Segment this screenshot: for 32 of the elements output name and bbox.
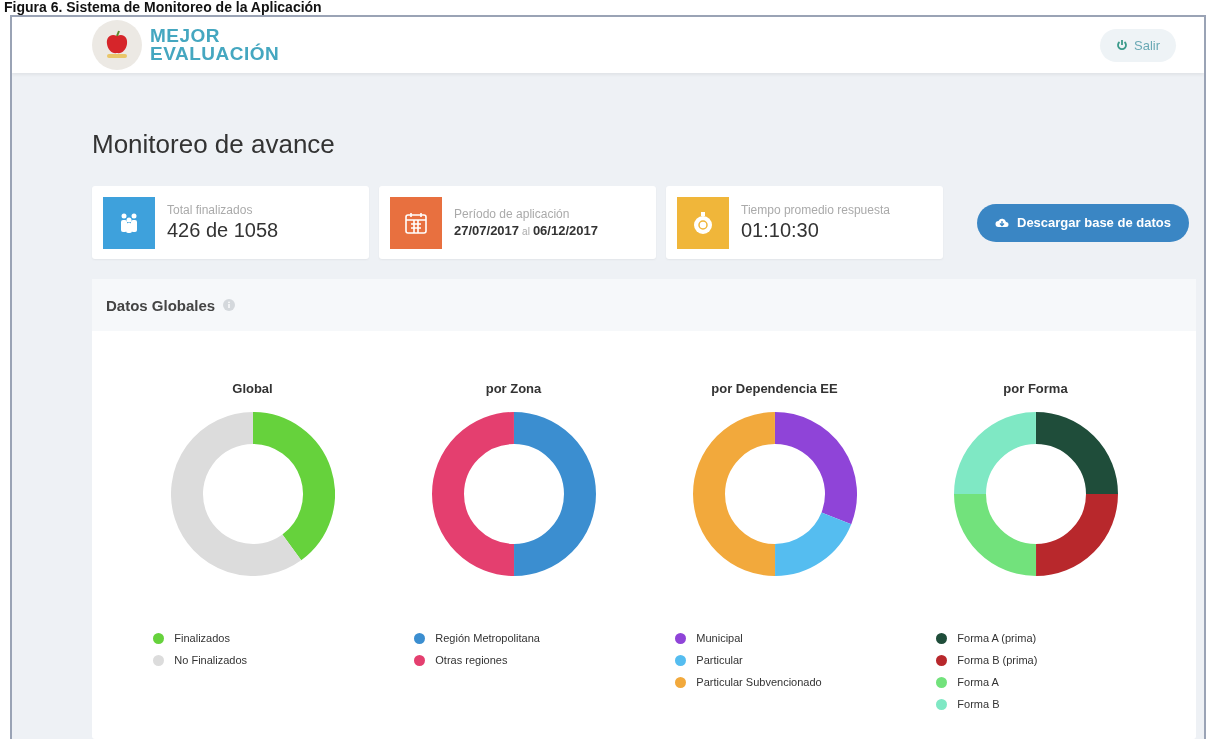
chart-title: por Dependencia EE <box>711 381 838 396</box>
legend-label: Región Metropolitana <box>435 632 540 644</box>
legend-label: Forma B <box>957 698 1000 710</box>
apple-logo-icon <box>92 20 142 70</box>
page-title: Monitoreo de avance <box>92 129 336 160</box>
legend-label: Forma A <box>957 676 999 688</box>
stat-value: 426 de 1058 <box>167 219 279 242</box>
stat-label: Total finalizados <box>167 203 254 217</box>
legend-label: Forma B (prima) <box>957 654 1038 666</box>
power-icon <box>1116 39 1128 51</box>
brand-name: MEJOR <box>150 27 221 45</box>
legend-label: Finalizados <box>174 632 230 644</box>
legend-label: Particular Subvencionado <box>696 676 822 688</box>
legend-label: Municipal <box>696 632 743 644</box>
stat-label: Tiempo promedio respuesta <box>741 203 890 217</box>
figure-caption: Figura 6. Sistema de Monitoreo de la Aplicación <box>3 0 323 15</box>
chart-title: por Forma <box>1003 381 1068 396</box>
legend-label: Forma A (prima) <box>957 632 1037 644</box>
stat-value: 01:10:30 <box>741 219 820 242</box>
chart-title: por Zona <box>485 381 542 396</box>
stat-label: Período de aplicación <box>454 207 571 221</box>
legend-label: Particular <box>696 654 743 666</box>
chart-title: Global <box>232 381 273 396</box>
download-button[interactable]: Descargar base de datos <box>977 203 1189 242</box>
logout-button[interactable]: Salir <box>1100 28 1176 62</box>
stat-value: 27/07/2017 al 06/12/2017 <box>454 223 598 238</box>
legend-label: Otras regiones <box>435 654 508 666</box>
cloud-download-icon <box>995 217 1009 228</box>
legend-label: No Finalizados <box>174 654 248 666</box>
panel-title: Datos Globales <box>106 296 216 314</box>
stopwatch-icon <box>691 209 715 236</box>
info-icon <box>223 299 236 311</box>
